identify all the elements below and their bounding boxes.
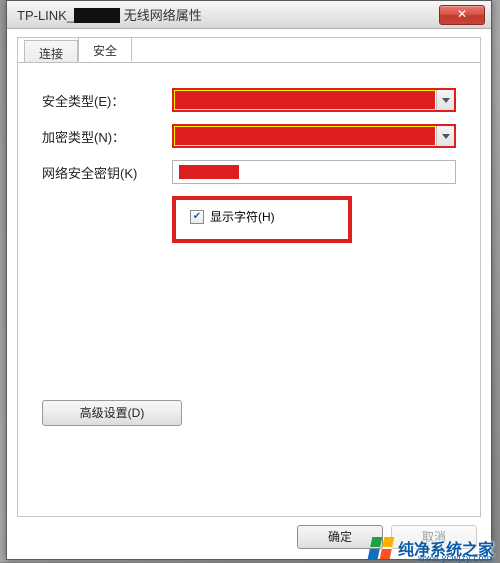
title-prefix: TP-LINK_ bbox=[17, 8, 74, 23]
chevron-down-icon[interactable] bbox=[436, 90, 454, 110]
combo-encryption-type-value bbox=[175, 127, 435, 145]
label-show-characters: 显示字符(H) bbox=[210, 208, 275, 225]
combo-security-type[interactable] bbox=[172, 88, 456, 112]
network-key-redacted bbox=[179, 165, 239, 179]
row-network-key: 网络安全密钥(K) bbox=[42, 160, 456, 184]
properties-dialog: TP-LINK_xxxx 无线网络属性 ✕ 连接 安全 安全类型(E)： bbox=[6, 0, 492, 560]
combo-security-type-value bbox=[175, 91, 435, 109]
tab-connection[interactable]: 连接 bbox=[24, 40, 78, 62]
advanced-settings-button[interactable]: 高级设置(D) bbox=[42, 400, 182, 426]
close-icon: ✕ bbox=[457, 7, 467, 21]
checkbox-show-characters[interactable]: ✔ bbox=[190, 210, 204, 224]
title-redacted: xxxx bbox=[74, 8, 120, 23]
close-button[interactable]: ✕ bbox=[439, 5, 485, 25]
window-title: TP-LINK_xxxx 无线网络属性 bbox=[17, 5, 439, 24]
dialog-button-row: 确定 取消 bbox=[297, 525, 477, 549]
titlebar[interactable]: TP-LINK_xxxx 无线网络属性 ✕ bbox=[7, 1, 491, 29]
tab-security[interactable]: 安全 bbox=[78, 37, 132, 62]
tab-divider bbox=[18, 62, 480, 63]
dialog-body: 连接 安全 安全类型(E)： 加密类型(N)： bbox=[17, 37, 481, 517]
row-show-characters: ✔ 显示字符(H) bbox=[172, 196, 352, 243]
row-encryption-type: 加密类型(N)： bbox=[42, 124, 456, 148]
label-network-key: 网络安全密钥(K) bbox=[42, 163, 172, 182]
row-security-type: 安全类型(E)： bbox=[42, 88, 456, 112]
check-icon: ✔ bbox=[193, 211, 201, 222]
combo-encryption-type[interactable] bbox=[172, 124, 456, 148]
input-network-key[interactable] bbox=[172, 160, 456, 184]
tab-strip: 连接 安全 bbox=[24, 37, 132, 62]
label-security-type: 安全类型(E)： bbox=[42, 91, 172, 110]
cancel-button[interactable]: 取消 bbox=[391, 525, 477, 549]
chevron-down-icon[interactable] bbox=[436, 126, 454, 146]
form-area: 安全类型(E)： 加密类型(N)： 网络安全密钥(K bbox=[42, 88, 456, 243]
ok-button[interactable]: 确定 bbox=[297, 525, 383, 549]
label-encryption-type: 加密类型(N)： bbox=[42, 127, 172, 146]
title-suffix: 无线网络属性 bbox=[120, 8, 202, 23]
